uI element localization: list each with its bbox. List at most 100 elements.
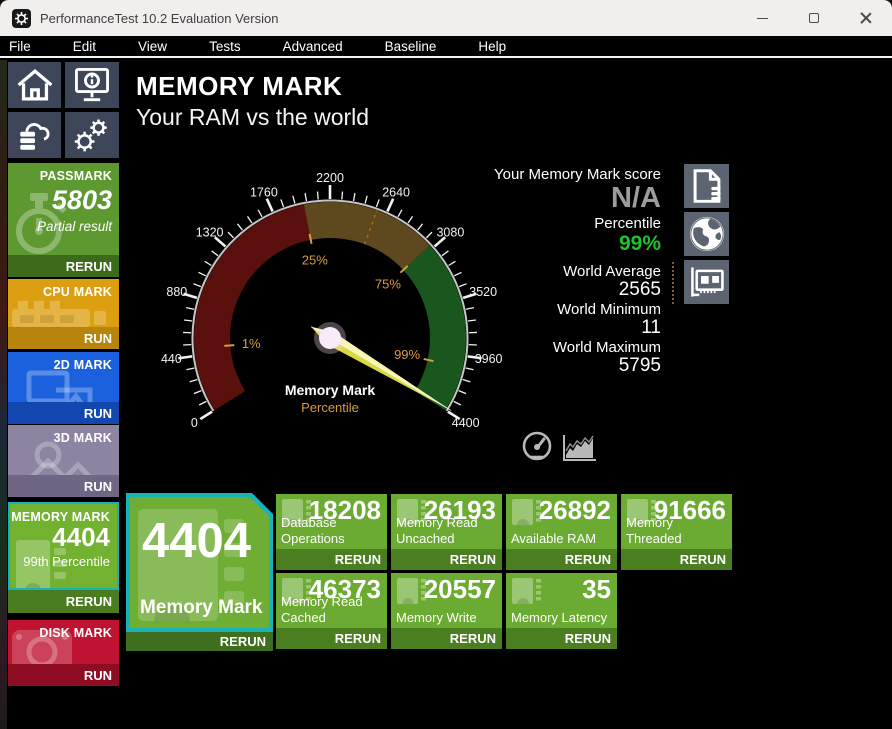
result-tile-memory-read-cached[interactable]: 46373 Memory Read Cached RERUN: [276, 573, 387, 649]
maximize-button[interactable]: [788, 0, 840, 36]
minimize-button[interactable]: [736, 0, 788, 36]
menu-view[interactable]: View: [117, 36, 188, 56]
system-info-button[interactable]: [65, 62, 119, 108]
world-minimum-value: 11: [641, 317, 661, 338]
result-tile-database-operations[interactable]: 18208 Database Operations RERUN: [276, 494, 387, 570]
svg-text:3080: 3080: [436, 226, 464, 240]
home-button[interactable]: [8, 62, 61, 108]
dotted-divider: [672, 262, 674, 304]
sidebar-tile-memory-mark[interactable]: MEMORY MARK 4404 99th Percentile RERUN: [8, 502, 119, 613]
rerun-button[interactable]: RERUN: [391, 628, 502, 649]
tile-label: CPU MARK: [43, 285, 112, 299]
result-label: Database Operations: [281, 515, 345, 546]
rerun-button[interactable]: RERUN: [506, 549, 617, 570]
svg-text:1760: 1760: [250, 185, 278, 199]
page-subtitle: Your RAM vs the world: [136, 104, 370, 130]
svg-text:Percentile: Percentile: [301, 400, 359, 415]
result-tile-memory-write[interactable]: 20557 Memory Write RERUN: [391, 573, 502, 649]
settings-gears-icon: [74, 119, 107, 152]
sidebar-tile-cpu-mark[interactable]: CPU MARK RUN: [8, 279, 119, 349]
sidebar-tile-passmark[interactable]: PASSMARK 5803 Partial result RERUN: [8, 163, 119, 277]
tile-label: PASSMARK: [39, 169, 112, 183]
world-maximum-value: 5795: [618, 355, 661, 376]
sub-results-grid: 18208 Database Operations RERUN 26193 Me…: [276, 494, 732, 649]
result-label: Memory Latency: [511, 610, 608, 625]
menu-bar: File Edit View Tests Advanced Baseline H…: [0, 36, 892, 58]
graphics-2d-icon: [26, 370, 93, 402]
rerun-button[interactable]: RERUN: [506, 628, 617, 649]
menu-tests[interactable]: Tests: [188, 36, 262, 56]
window-title: PerformanceTest 10.2 Evaluation Version: [40, 10, 279, 26]
system-info-icon: [75, 68, 109, 102]
run-button[interactable]: RUN: [8, 664, 119, 686]
close-button[interactable]: [840, 0, 892, 36]
tile-label: DISK MARK: [39, 626, 112, 640]
menu-file[interactable]: File: [0, 36, 52, 56]
graphics-3d-icon: [30, 441, 92, 475]
tile-value: 5803: [51, 185, 112, 215]
result-tile-memory-read-uncached[interactable]: 26193 Memory Read Uncached RERUN: [391, 494, 502, 570]
rerun-button[interactable]: RERUN: [276, 549, 387, 570]
svg-text:Memory Mark: Memory Mark: [285, 382, 375, 398]
menu-baseline[interactable]: Baseline: [364, 36, 458, 56]
svg-text:440: 440: [161, 352, 182, 366]
run-button[interactable]: RUN: [8, 475, 119, 497]
history-chart-view-button[interactable]: [560, 433, 598, 463]
baseline-report-icon: [693, 169, 721, 203]
result-label: Memory Mark: [140, 597, 263, 618]
sidebar-tile-2d-mark[interactable]: 2D MARK RUN: [8, 352, 119, 424]
run-button[interactable]: RUN: [8, 327, 119, 349]
rerun-button[interactable]: RERUN: [8, 590, 119, 613]
result-tile-available-ram[interactable]: 26892 Available RAM RERUN: [506, 494, 617, 570]
performancetest-window: PerformanceTest 10.2 Evaluation Version …: [0, 0, 892, 729]
memory-chip-icon: [512, 578, 541, 604]
svg-text:25%: 25%: [302, 252, 328, 267]
memory-mark-percentile-gauge: 0 440 880 1320 1760 2200 2640 3080 3520 3960 4400 1…: [161, 171, 503, 430]
sidebar-tile-3d-mark[interactable]: 3D MARK RUN: [8, 425, 119, 497]
result-value: 4404: [141, 514, 251, 568]
svg-text:2640: 2640: [382, 185, 410, 199]
result-label: Memory Read Uncached: [396, 515, 478, 546]
sidebar-tile-disk-mark[interactable]: DISK MARK RUN: [8, 620, 119, 686]
world-results-button[interactable]: [684, 212, 729, 256]
rerun-button[interactable]: RERUN: [8, 255, 119, 277]
rerun-button[interactable]: RERUN: [621, 549, 732, 570]
world-minimum-label: World Minimum: [557, 301, 661, 318]
manage-baselines-button[interactable]: [8, 112, 61, 158]
tile-value: 4404: [52, 522, 110, 552]
score-panel-icons: [684, 164, 729, 304]
menu-edit[interactable]: Edit: [52, 36, 117, 56]
world-stats: World Average 2565 World Minimum 11 Worl…: [553, 263, 661, 377]
tile-label: 2D MARK: [53, 358, 112, 372]
result-tile-memory-mark[interactable]: 4404 Memory Mark: [126, 493, 273, 632]
preferences-button[interactable]: [65, 112, 119, 158]
cpu-icon: [12, 301, 106, 327]
rerun-button[interactable]: RERUN: [126, 632, 273, 651]
svg-text:3520: 3520: [469, 285, 497, 299]
gauge-view-button[interactable]: [520, 430, 554, 464]
result-value: 26892: [538, 495, 611, 525]
result-tile-memory-latency[interactable]: 35 Memory Latency RERUN: [506, 573, 617, 649]
score-label: Your Memory Mark score: [494, 166, 661, 183]
run-button[interactable]: RUN: [8, 402, 119, 424]
tile-subtext: Partial result: [36, 219, 112, 234]
tile-subtext: 99th Percentile: [23, 554, 110, 569]
world-maximum-label: World Maximum: [552, 339, 661, 356]
quick-actions: [8, 62, 119, 158]
cloud-database-icon: [19, 123, 50, 150]
result-label: Available RAM: [511, 531, 597, 546]
result-value: 35: [582, 574, 611, 604]
baseline-report-button[interactable]: [684, 164, 729, 208]
hardware-info-button[interactable]: [684, 260, 729, 304]
world-results-icon: [689, 216, 724, 252]
rerun-button[interactable]: RERUN: [276, 628, 387, 649]
svg-text:1320: 1320: [196, 226, 224, 240]
result-tile-memory-threaded[interactable]: 91666 Memory Threaded RERUN: [621, 494, 732, 570]
svg-text:99%: 99%: [394, 347, 420, 362]
menu-advanced[interactable]: Advanced: [262, 36, 364, 56]
menu-help[interactable]: Help: [457, 36, 527, 56]
result-label: Memory Write: [396, 610, 477, 625]
title-bar: PerformanceTest 10.2 Evaluation Version: [0, 0, 892, 36]
rerun-button[interactable]: RERUN: [391, 549, 502, 570]
app-logo-icon: [12, 8, 31, 28]
